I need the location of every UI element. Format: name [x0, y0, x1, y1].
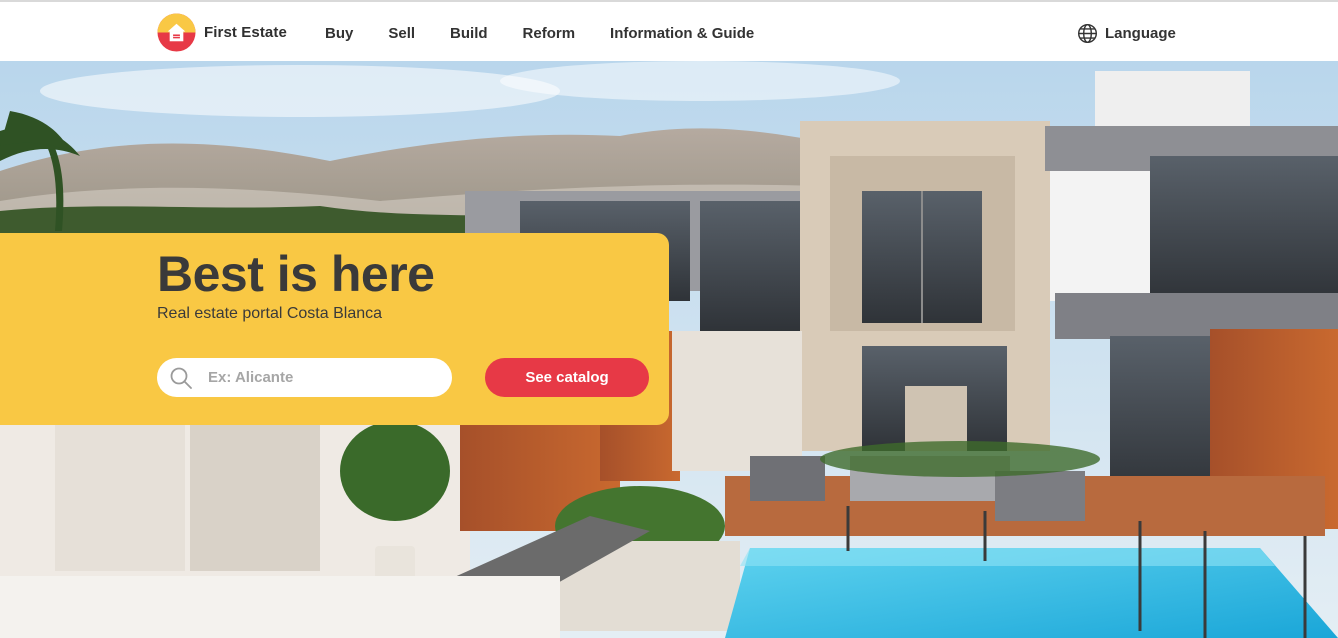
main-nav: Buy Sell Build Reform Information & Guid… — [325, 22, 754, 44]
hero-search-card: Best is here Real estate portal Costa Bl… — [0, 233, 669, 425]
language-selector[interactable]: Language — [1077, 22, 1176, 44]
nav-item-sell[interactable]: Sell — [388, 25, 415, 42]
globe-icon — [1078, 23, 1097, 43]
hero-title: Best is here — [157, 246, 435, 302]
search-icon — [170, 367, 192, 389]
see-catalog-button[interactable]: See catalog — [485, 358, 649, 397]
location-search-input[interactable] — [208, 369, 438, 386]
nav-item-buy[interactable]: Buy — [325, 25, 353, 42]
nav-item-reform[interactable]: Reform — [523, 25, 576, 42]
language-label: Language — [1105, 24, 1176, 42]
hero-section: Best is here Real estate portal Costa Bl… — [0, 61, 1338, 638]
house-logo-icon — [157, 12, 196, 52]
brand-logo[interactable]: First Estate — [157, 12, 287, 52]
nav-item-information-guide[interactable]: Information & Guide — [610, 25, 754, 42]
brand-name: First Estate — [204, 23, 287, 41]
top-navigation-bar: First Estate Buy Sell Build Reform Infor… — [0, 0, 1338, 61]
location-search-box[interactable] — [157, 358, 452, 397]
hero-subtitle: Real estate portal Costa Blanca — [157, 305, 383, 322]
nav-item-build[interactable]: Build — [450, 25, 488, 42]
